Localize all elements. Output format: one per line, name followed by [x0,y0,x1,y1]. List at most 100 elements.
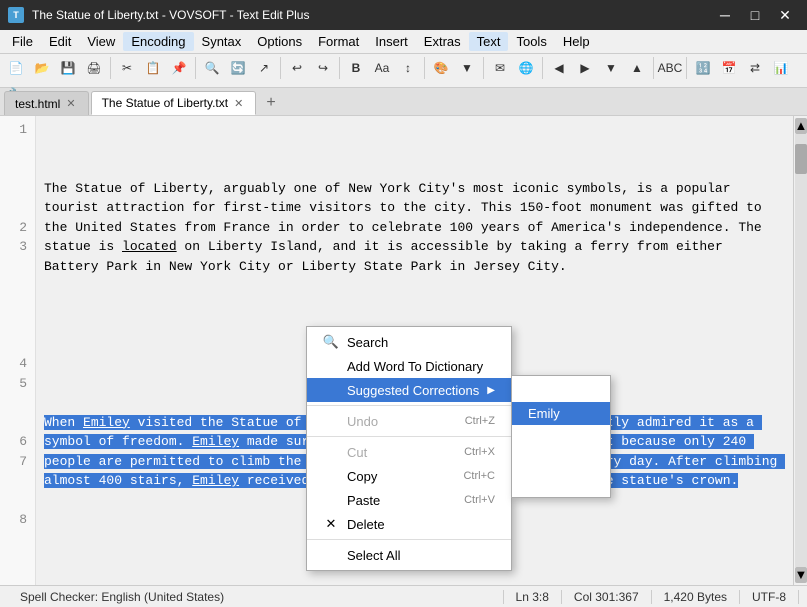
toolbar: 📄 📂 💾 🖨 ✂ 📋 📌 🔍 🔄 ↗ ↩ ↪ B Aa ↕ 🎨 ▼ ✉ 🌐 ◀… [0,54,807,88]
ctx-paste[interactable]: Paste Ctrl+V [307,488,511,512]
ctx-delete[interactable]: ✕ Delete [307,512,511,536]
extra1-button[interactable]: 📊 [769,56,793,80]
menu-extras[interactable]: Extras [416,32,469,51]
suggested-icon [323,382,339,398]
ctx-undo-shortcut: Ctrl+Z [465,415,495,427]
sort-button[interactable]: ↕ [396,56,420,80]
up-button[interactable]: ▲ [625,56,649,80]
menu-text[interactable]: Text [469,32,509,51]
select-all-icon [323,547,339,563]
calendar-button[interactable]: 📅 [717,56,741,80]
undo-toolbar-button[interactable]: ↩ [285,56,309,80]
menu-file[interactable]: File [4,32,41,51]
web-button[interactable]: 🌐 [514,56,538,80]
menu-format[interactable]: Format [310,32,367,51]
color-button[interactable]: 🎨 [429,56,453,80]
app-icon: T [8,7,24,23]
title-bar-left: T The Statue of Liberty.txt - VOVSOFT - … [8,7,309,23]
word-emiley-1: Emiley [83,415,130,430]
down-button[interactable]: ▼ [599,56,623,80]
menu-tools[interactable]: Tools [508,32,554,51]
next-button[interactable]: ▶ [573,56,597,80]
menu-insert[interactable]: Insert [367,32,416,51]
bytes-status: 1,420 Bytes [652,590,740,604]
menu-syntax[interactable]: Syntax [194,32,250,51]
submenu-smiley[interactable]: Smiley [512,425,610,448]
bold-button[interactable]: B [344,56,368,80]
ctx-suggested-label: Suggested Corrections [347,383,479,398]
ctx-cut: Cut Ctrl+X [307,440,511,464]
ctx-copy-shortcut: Ctrl+C [463,470,494,482]
menu-options[interactable]: Options [249,32,310,51]
ctx-search[interactable]: 🔍 Search [307,330,511,354]
email-button[interactable]: ✉ [488,56,512,80]
scroll-down-arrow[interactable]: ▼ [795,567,807,583]
menu-help[interactable]: Help [555,32,598,51]
col-status: Col 301:367 [562,590,652,604]
word-located: located [122,239,177,254]
ctx-add-word[interactable]: Add Word To Dictionary [307,354,511,378]
case-button[interactable]: Aa [370,56,394,80]
tab-bar: test.html ✕ The Statue of Liberty.txt ✕ … [0,88,807,116]
ctx-copy-label: Copy [347,469,455,484]
scroll-track[interactable] [795,134,807,567]
ctx-delete-label: Delete [347,517,495,532]
tab-liberty[interactable]: The Statue of Liberty.txt ✕ [91,91,257,115]
ctx-suggested[interactable]: Suggested Corrections ▶ Emile Emily Smil… [307,378,511,402]
print-button[interactable]: 🖨 [82,56,106,80]
replace-button[interactable]: 🔄 [226,56,250,80]
spell-button[interactable]: ABC [658,56,682,80]
menu-view[interactable]: View [79,32,123,51]
ln-status: Ln 3:8 [504,590,562,604]
cut-toolbar-button[interactable]: ✂ [115,56,139,80]
ctx-sep-3 [307,539,511,540]
goto-button[interactable]: ↗ [252,56,276,80]
calc-button[interactable]: 🔢 [691,56,715,80]
tab-test-html-close[interactable]: ✕ [64,97,77,110]
menu-encoding[interactable]: Encoding [123,32,193,51]
minimize-button[interactable]: ─ [711,5,739,25]
word-and: and [333,239,356,254]
open-button[interactable]: 📂 [30,56,54,80]
toolbar-sep-1 [110,57,111,79]
filter-button[interactable]: ▼ [455,56,479,80]
new-button[interactable]: 📄 [4,56,28,80]
encoding-status: UTF-8 [740,590,799,604]
submenu-emil[interactable]: Emil [512,471,610,494]
paste-toolbar-button[interactable]: 📌 [167,56,191,80]
convert-button[interactable]: ⇄ [743,56,767,80]
ctx-cut-shortcut: Ctrl+X [464,446,495,458]
editor-line-1: The Statue of Liberty, arguably one of N… [44,179,785,277]
ctx-paste-shortcut: Ctrl+V [464,494,495,506]
redo-toolbar-button[interactable]: ↪ [311,56,335,80]
submenu-emily[interactable]: Emily [512,402,610,425]
save-button[interactable]: 💾 [56,56,80,80]
menu-edit[interactable]: Edit [41,32,79,51]
tab-test-html-label: test.html [15,97,60,111]
scroll-thumb[interactable] [795,144,807,174]
scrollbar[interactable]: ▲ ▼ [793,116,807,585]
scroll-up-arrow[interactable]: ▲ [795,118,807,134]
paste-icon [323,492,339,508]
ctx-undo-label: Undo [347,414,457,429]
copy-toolbar-button[interactable]: 📋 [141,56,165,80]
add-word-icon [323,358,339,374]
tab-add-button[interactable]: + [258,91,283,115]
ctx-copy[interactable]: Copy Ctrl+C [307,464,511,488]
ctx-paste-label: Paste [347,493,456,508]
ctx-select-all[interactable]: Select All [307,543,511,567]
tab-liberty-label: The Statue of Liberty.txt [102,96,229,110]
submenu-emiley[interactable]: Emile y [512,448,610,471]
close-button[interactable]: ✕ [771,5,799,25]
submenu-emile[interactable]: Emile [512,379,610,402]
toolbar-sep-9 [686,57,687,79]
prev-button[interactable]: ◀ [547,56,571,80]
tab-test-html[interactable]: test.html ✕ [4,91,89,115]
tab-liberty-close[interactable]: ✕ [232,97,245,110]
maximize-button[interactable]: □ [741,5,769,25]
cut-icon [323,444,339,460]
find-button[interactable]: 🔍 [200,56,224,80]
title-bar: T The Statue of Liberty.txt - VOVSOFT - … [0,0,807,30]
window-controls: ─ □ ✕ [711,5,799,25]
toolbar-sep-7 [542,57,543,79]
